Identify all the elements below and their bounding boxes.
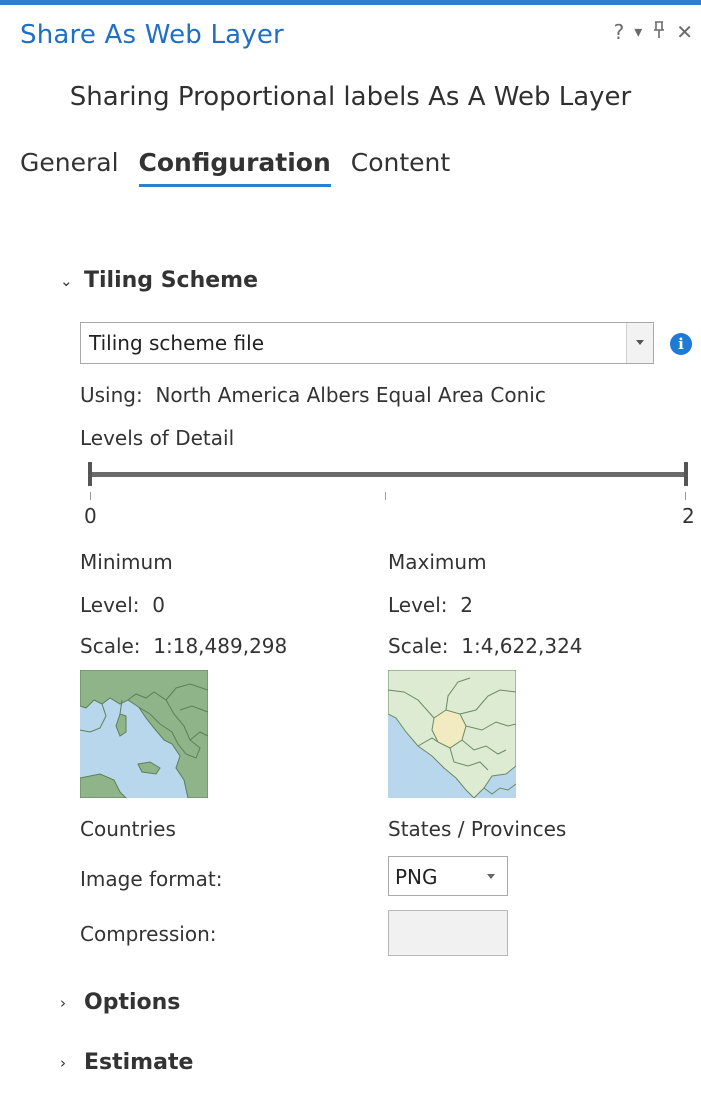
estimate-header[interactable]: › Estimate bbox=[60, 1050, 193, 1075]
tab-bar: General Configuration Content bbox=[20, 148, 450, 187]
tab-content[interactable]: Content bbox=[351, 148, 450, 187]
tiling-scheme-header[interactable]: ⌄ Tiling Scheme bbox=[60, 268, 258, 293]
minimum-header: Minimum bbox=[80, 550, 173, 574]
slider-tick bbox=[90, 492, 91, 500]
maximum-scale: Scale: 1:4,622,324 bbox=[388, 634, 583, 658]
pane-title: Share As Web Layer bbox=[20, 20, 284, 50]
levels-of-detail-slider[interactable] bbox=[90, 472, 687, 477]
slider-max-label: 2 bbox=[682, 504, 695, 528]
slider-tick bbox=[385, 492, 386, 500]
tiling-scheme-select[interactable]: Tiling scheme file bbox=[80, 322, 654, 364]
pane-menu-icon[interactable]: ▾ bbox=[634, 20, 642, 44]
slider-max-handle[interactable] bbox=[684, 462, 688, 486]
maximum-header: Maximum bbox=[388, 550, 487, 574]
close-icon[interactable]: ✕ bbox=[676, 20, 693, 44]
levels-of-detail-label: Levels of Detail bbox=[80, 426, 235, 450]
minimum-scale-label: Scale: bbox=[80, 634, 141, 658]
minimum-caption: Countries bbox=[80, 817, 176, 841]
using-row: Using: North America Albers Equal Area C… bbox=[80, 383, 546, 407]
maximum-scale-preview-map bbox=[388, 670, 516, 798]
pane-top-accent-bar bbox=[0, 0, 701, 5]
maximum-caption: States / Provinces bbox=[388, 817, 567, 841]
chevron-down-icon: ⌄ bbox=[60, 271, 73, 290]
image-format-select[interactable]: PNG bbox=[388, 856, 508, 896]
minimum-scale-preview-map bbox=[80, 670, 208, 798]
pane-window-controls: ? ▾ ✕ bbox=[614, 20, 693, 44]
minimum-level-value: 0 bbox=[152, 593, 165, 617]
slider-min-label: 0 bbox=[84, 504, 97, 528]
dropdown-arrow-icon bbox=[487, 874, 495, 879]
maximum-level-label: Level: bbox=[388, 593, 448, 617]
maximum-scale-label: Scale: bbox=[388, 634, 449, 658]
estimate-label: Estimate bbox=[84, 1050, 194, 1075]
tab-configuration[interactable]: Configuration bbox=[138, 148, 331, 187]
maximum-level: Level: 2 bbox=[388, 593, 473, 617]
info-icon[interactable]: i bbox=[670, 333, 692, 355]
pin-icon[interactable] bbox=[652, 20, 666, 44]
sharing-subtitle: Sharing Proportional labels As A Web Lay… bbox=[69, 82, 632, 112]
minimum-scale-value: 1:18,489,298 bbox=[153, 634, 288, 658]
compression-input[interactable] bbox=[388, 910, 508, 956]
tiling-scheme-label: Tiling Scheme bbox=[84, 268, 259, 293]
help-icon[interactable]: ? bbox=[614, 20, 625, 44]
slider-min-handle[interactable] bbox=[88, 462, 92, 486]
image-format-label: Image format: bbox=[80, 867, 223, 891]
chevron-right-icon: › bbox=[60, 993, 66, 1012]
options-label: Options bbox=[84, 990, 181, 1015]
minimum-level-label: Level: bbox=[80, 593, 140, 617]
tab-general[interactable]: General bbox=[20, 148, 119, 187]
using-value: North America Albers Equal Area Conic bbox=[155, 383, 546, 407]
dropdown-arrow-icon[interactable] bbox=[626, 323, 653, 363]
chevron-right-icon: › bbox=[60, 1053, 66, 1072]
minimum-scale: Scale: 1:18,489,298 bbox=[80, 634, 287, 658]
compression-label: Compression: bbox=[80, 922, 217, 946]
using-label: Using: bbox=[80, 383, 143, 407]
maximum-level-value: 2 bbox=[460, 593, 473, 617]
options-header[interactable]: › Options bbox=[60, 990, 180, 1015]
minimum-level: Level: 0 bbox=[80, 593, 165, 617]
tiling-scheme-value: Tiling scheme file bbox=[89, 331, 264, 355]
image-format-value: PNG bbox=[395, 865, 438, 889]
maximum-scale-value: 1:4,622,324 bbox=[461, 634, 583, 658]
slider-tick bbox=[685, 492, 686, 500]
